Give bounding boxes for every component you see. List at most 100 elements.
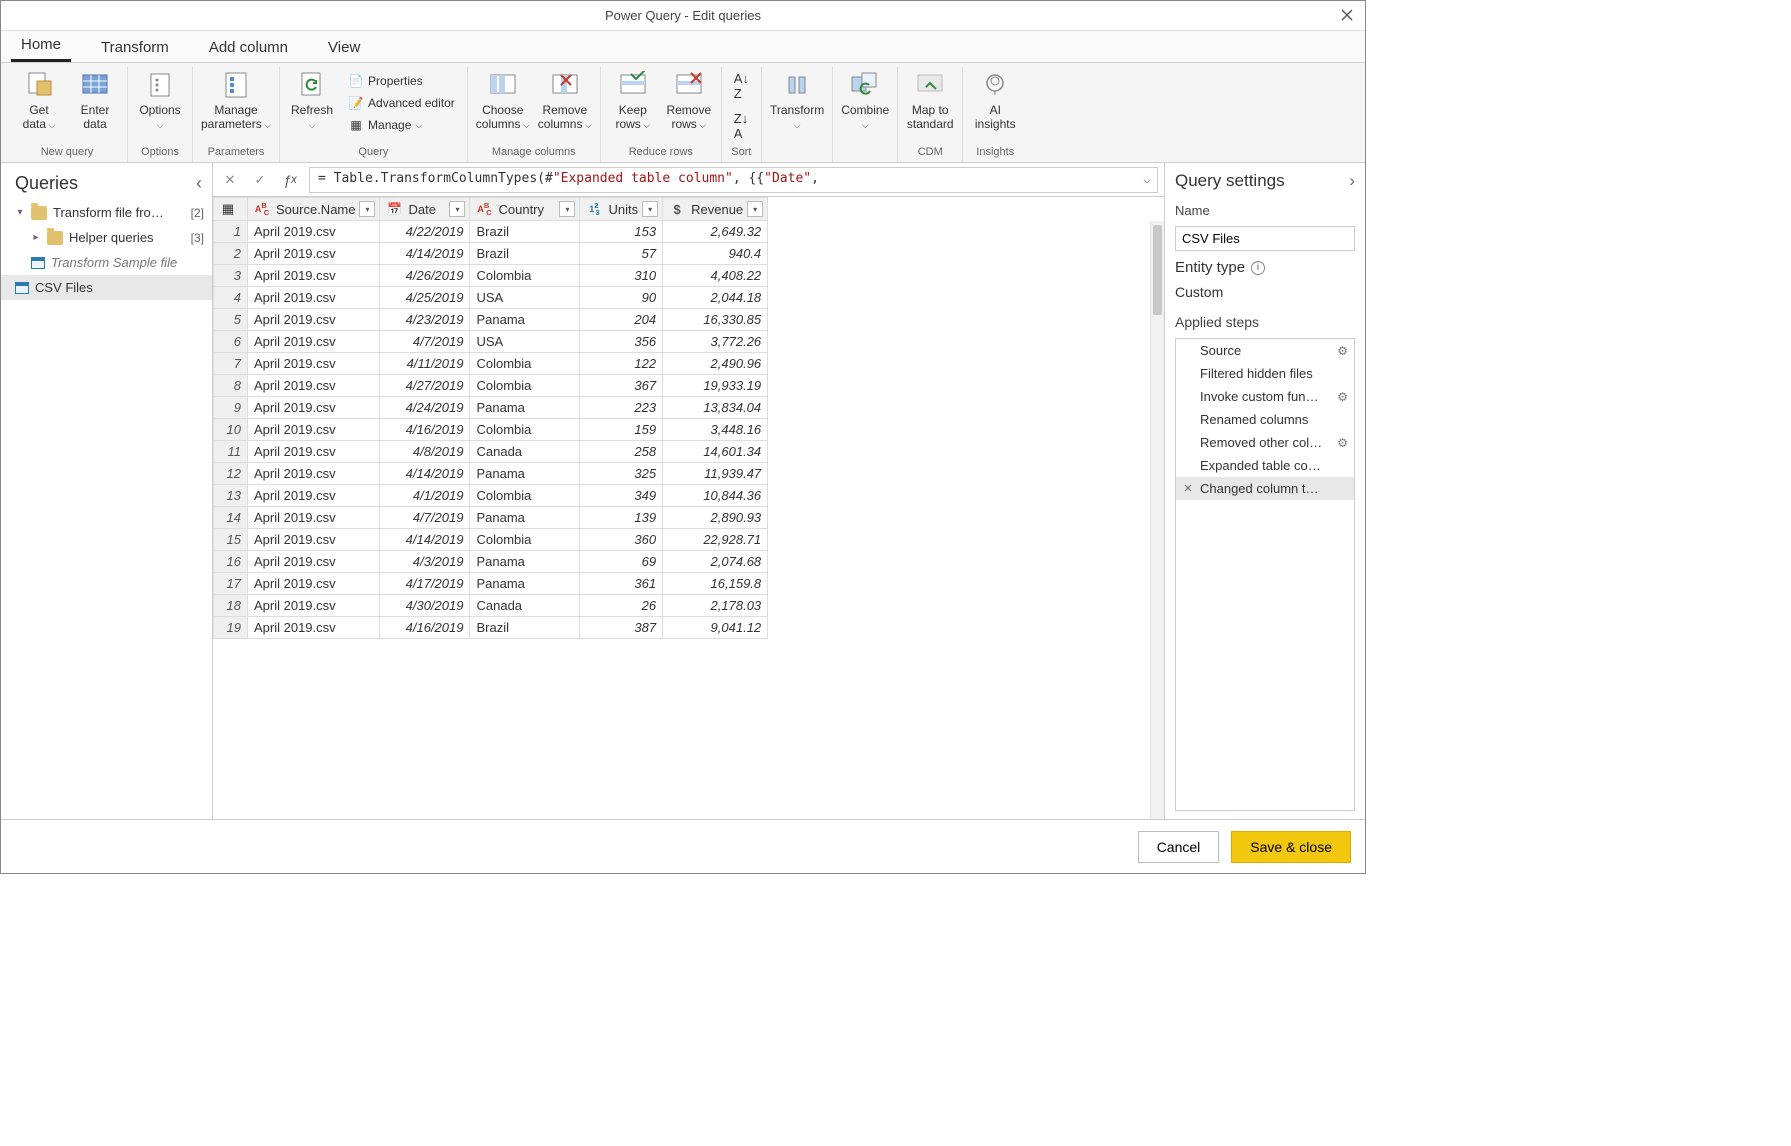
table-row[interactable]: 5April 2019.csv4/23/2019Panama20416,330.…	[214, 309, 768, 331]
table-row[interactable]: 19April 2019.csv4/16/2019Brazil3879,041.…	[214, 617, 768, 639]
tab-transform[interactable]: Transform	[91, 33, 179, 62]
cell-country[interactable]: USA	[470, 287, 580, 309]
cell-date[interactable]: 4/26/2019	[380, 265, 470, 287]
cell-source[interactable]: April 2019.csv	[248, 397, 380, 419]
get-data-button[interactable]: Getdata ⌵	[15, 67, 63, 132]
cell-country[interactable]: Panama	[470, 309, 580, 331]
type-icon[interactable]: 123	[584, 201, 604, 217]
type-icon[interactable]: 📅	[384, 202, 404, 216]
cell-revenue[interactable]: 16,159.8	[663, 573, 768, 595]
vertical-scrollbar[interactable]	[1150, 221, 1164, 819]
cell-date[interactable]: 4/7/2019	[380, 507, 470, 529]
cell-units[interactable]: 159	[580, 419, 663, 441]
cell-country[interactable]: Panama	[470, 397, 580, 419]
cell-units[interactable]: 204	[580, 309, 663, 331]
choose-columns-button[interactable]: Choosecolumns ⌵	[476, 67, 530, 132]
scrollbar-thumb[interactable]	[1153, 225, 1162, 315]
manage-button[interactable]: ▦Manage ⌵	[344, 115, 459, 135]
cell-units[interactable]: 361	[580, 573, 663, 595]
formula-expand-icon[interactable]: ⌵	[1143, 172, 1151, 187]
cell-source[interactable]: April 2019.csv	[248, 463, 380, 485]
applied-step[interactable]: Source⚙	[1176, 339, 1354, 362]
table-row[interactable]: 18April 2019.csv4/30/2019Canada262,178.0…	[214, 595, 768, 617]
keep-rows-button[interactable]: Keeprows ⌵	[609, 67, 657, 132]
row-number[interactable]: 12	[214, 463, 248, 485]
cell-source[interactable]: April 2019.csv	[248, 375, 380, 397]
cell-date[interactable]: 4/25/2019	[380, 287, 470, 309]
cell-date[interactable]: 4/16/2019	[380, 617, 470, 639]
table-row[interactable]: 2April 2019.csv4/14/2019Brazil57940.4	[214, 243, 768, 265]
cell-country[interactable]: Colombia	[470, 265, 580, 287]
cell-units[interactable]: 258	[580, 441, 663, 463]
row-number[interactable]: 1	[214, 221, 248, 243]
row-number[interactable]: 5	[214, 309, 248, 331]
cell-source[interactable]: April 2019.csv	[248, 529, 380, 551]
formula-commit-icon[interactable]: ✓	[249, 169, 271, 191]
cell-revenue[interactable]: 14,601.34	[663, 441, 768, 463]
cell-date[interactable]: 4/7/2019	[380, 331, 470, 353]
cell-units[interactable]: 139	[580, 507, 663, 529]
cell-country[interactable]: Canada	[470, 595, 580, 617]
cell-date[interactable]: 4/24/2019	[380, 397, 470, 419]
cell-date[interactable]: 4/11/2019	[380, 353, 470, 375]
cell-revenue[interactable]: 4,408.22	[663, 265, 768, 287]
window-close-button[interactable]	[1337, 5, 1357, 25]
applied-step[interactable]: Removed other col…⚙	[1176, 431, 1354, 454]
cell-source[interactable]: April 2019.csv	[248, 595, 380, 617]
cell-source[interactable]: April 2019.csv	[248, 573, 380, 595]
cell-source[interactable]: April 2019.csv	[248, 441, 380, 463]
cell-source[interactable]: April 2019.csv	[248, 507, 380, 529]
tree-arrow-icon[interactable]: ▾	[15, 207, 25, 218]
cell-source[interactable]: April 2019.csv	[248, 265, 380, 287]
tree-arrow-icon[interactable]: ▸	[31, 232, 41, 243]
column-header-country[interactable]: ABCCountry▾	[470, 198, 580, 221]
cell-source[interactable]: April 2019.csv	[248, 287, 380, 309]
cell-source[interactable]: April 2019.csv	[248, 617, 380, 639]
cell-units[interactable]: 69	[580, 551, 663, 573]
cell-units[interactable]: 90	[580, 287, 663, 309]
gear-icon[interactable]: ⚙	[1337, 344, 1348, 358]
cell-date[interactable]: 4/14/2019	[380, 243, 470, 265]
tab-add-column[interactable]: Add column	[199, 33, 298, 62]
cell-units[interactable]: 57	[580, 243, 663, 265]
row-number[interactable]: 14	[214, 507, 248, 529]
queries-item[interactable]: ▾Transform file fro…[2]	[1, 200, 212, 225]
cell-units[interactable]: 349	[580, 485, 663, 507]
delete-step-icon[interactable]: ✕	[1182, 482, 1194, 495]
refresh-button[interactable]: Refresh⌵	[288, 67, 336, 132]
column-filter-icon[interactable]: ▾	[642, 201, 658, 217]
tab-home[interactable]: Home	[11, 30, 71, 62]
ai-insights-button[interactable]: AIinsights	[971, 67, 1019, 131]
cell-revenue[interactable]: 13,834.04	[663, 397, 768, 419]
cell-country[interactable]: Canada	[470, 441, 580, 463]
cell-country[interactable]: Brazil	[470, 243, 580, 265]
cell-units[interactable]: 360	[580, 529, 663, 551]
cell-source[interactable]: April 2019.csv	[248, 243, 380, 265]
row-number[interactable]: 15	[214, 529, 248, 551]
combine-button[interactable]: Combine⌵	[841, 67, 889, 132]
fx-icon[interactable]: ƒx	[279, 169, 301, 191]
applied-step[interactable]: Expanded table co…	[1176, 454, 1354, 477]
row-number[interactable]: 16	[214, 551, 248, 573]
cell-units[interactable]: 122	[580, 353, 663, 375]
table-row[interactable]: 17April 2019.csv4/17/2019Panama36116,159…	[214, 573, 768, 595]
row-number[interactable]: 13	[214, 485, 248, 507]
gear-icon[interactable]: ⚙	[1337, 390, 1348, 404]
manage-parameters-button[interactable]: Manageparameters ⌵	[201, 67, 271, 132]
cell-revenue[interactable]: 2,044.18	[663, 287, 768, 309]
table-row[interactable]: 7April 2019.csv4/11/2019Colombia1222,490…	[214, 353, 768, 375]
cell-source[interactable]: April 2019.csv	[248, 419, 380, 441]
type-icon[interactable]: ABC	[252, 201, 272, 217]
cell-date[interactable]: 4/3/2019	[380, 551, 470, 573]
advanced-editor-button[interactable]: 📝Advanced editor	[344, 93, 459, 113]
row-number[interactable]: 7	[214, 353, 248, 375]
row-number[interactable]: 3	[214, 265, 248, 287]
cell-revenue[interactable]: 2,074.68	[663, 551, 768, 573]
cell-units[interactable]: 325	[580, 463, 663, 485]
cell-revenue[interactable]: 2,178.03	[663, 595, 768, 617]
queries-item[interactable]: ▸Helper queries[3]	[1, 225, 212, 250]
save-close-button[interactable]: Save & close	[1231, 831, 1351, 863]
cell-revenue[interactable]: 11,939.47	[663, 463, 768, 485]
cell-country[interactable]: Brazil	[470, 617, 580, 639]
cell-units[interactable]: 367	[580, 375, 663, 397]
